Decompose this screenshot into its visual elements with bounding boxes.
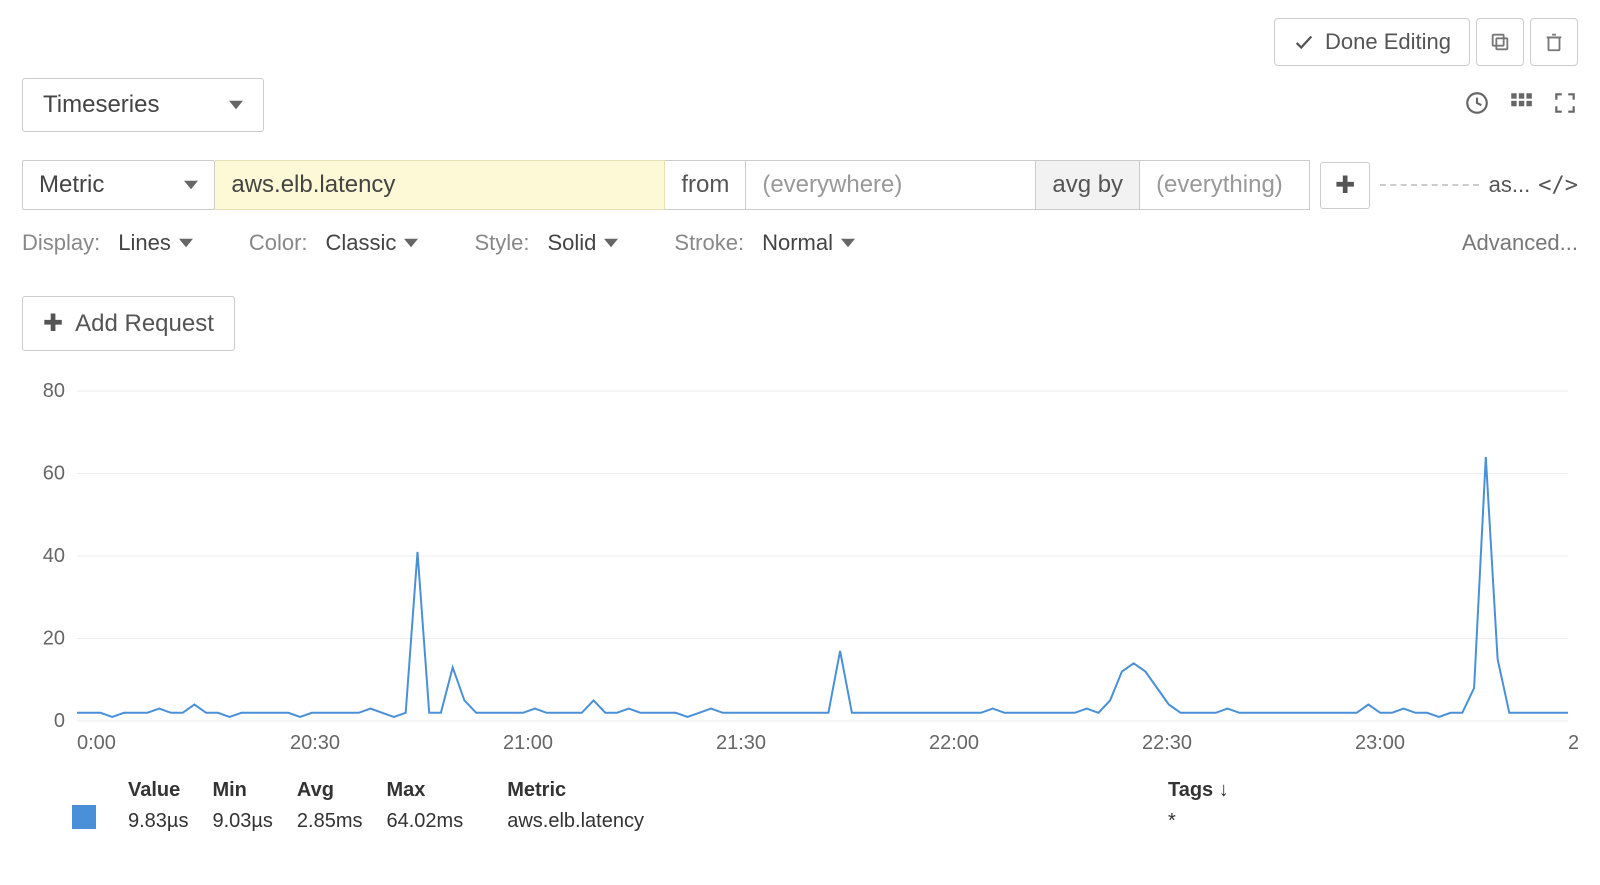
color-value-select[interactable]: Classic (326, 230, 419, 256)
svg-text:21:30: 21:30 (716, 732, 766, 754)
svg-text:22:30: 22:30 (1142, 732, 1192, 754)
code-editor-icon[interactable]: </> (1538, 173, 1578, 198)
fullscreen-icon[interactable] (1552, 90, 1578, 121)
avg-by-placeholder: (everything) (1156, 171, 1283, 198)
stroke-value-select[interactable]: Normal (762, 230, 855, 256)
svg-text:40: 40 (43, 545, 65, 567)
viz-type-label: Timeseries (43, 91, 159, 119)
legend-header-tags[interactable]: Tags ↓ (1168, 779, 1229, 802)
caret-down-icon (841, 238, 855, 248)
from-label: from (665, 160, 746, 210)
copy-icon (1489, 31, 1511, 53)
color-label: Color: (249, 230, 308, 256)
caret-down-icon (404, 238, 418, 248)
add-request-button[interactable]: ✚ Add Request (22, 296, 235, 351)
svg-text:23:00: 23:00 (1355, 732, 1405, 754)
style-value-select[interactable]: Solid (547, 230, 618, 256)
svg-text:23:30: 23:30 (1568, 732, 1578, 754)
svg-text:60: 60 (43, 463, 65, 485)
legend-header-min: Min (212, 779, 272, 802)
legend-tags: * (1168, 810, 1229, 833)
caret-down-icon (184, 180, 198, 190)
done-editing-label: Done Editing (1325, 29, 1451, 55)
svg-text:80: 80 (43, 381, 65, 402)
chart-legend: Value 9.83µs Min 9.03µs Avg 2.85ms Max 64.02… (72, 779, 1578, 833)
plus-icon: ✚ (43, 309, 63, 338)
from-scope-input[interactable]: (everywhere) (746, 160, 1036, 210)
avg-by-label: avg by (1036, 160, 1140, 210)
add-aggregation-button[interactable]: ✚ (1320, 162, 1370, 209)
advanced-link[interactable]: Advanced... (1462, 230, 1578, 256)
caret-down-icon (179, 238, 193, 248)
legend-metric: aws.elb.latency (507, 810, 644, 833)
avg-by-input[interactable]: (everything) (1140, 160, 1310, 210)
caret-down-icon (229, 100, 243, 110)
viz-type-select[interactable]: Timeseries (22, 78, 264, 132)
grid-view-icon[interactable] (1508, 90, 1534, 121)
clock-icon (1464, 90, 1490, 116)
divider (1380, 184, 1479, 186)
legend-header-value: Value (128, 779, 188, 802)
svg-text:21:00: 21:00 (503, 732, 553, 754)
copy-button[interactable] (1476, 18, 1524, 66)
legend-min: 9.03µs (212, 810, 272, 833)
expand-icon (1552, 90, 1578, 116)
metric-type-label: Metric (39, 171, 104, 199)
metric-name-input[interactable]: aws.elb.latency (215, 160, 665, 210)
metric-type-select[interactable]: Metric (22, 160, 215, 210)
trash-icon (1543, 31, 1565, 53)
svg-text:22:00: 22:00 (929, 732, 979, 754)
legend-swatch (72, 805, 96, 829)
stroke-label: Stroke: (674, 230, 744, 256)
legend-max: 64.02ms (387, 810, 464, 833)
caret-down-icon (604, 238, 618, 248)
delete-button[interactable] (1530, 18, 1578, 66)
svg-text:20:30: 20:30 (290, 732, 340, 754)
legend-header-avg: Avg (297, 779, 363, 802)
latency-chart[interactable]: 0 20 40 60 80 0:00 20:30 21:00 21:30 22:00 22:30 23… (22, 381, 1578, 761)
display-label: Display: (22, 230, 100, 256)
legend-avg: 2.85ms (297, 810, 363, 833)
display-value-select[interactable]: Lines (118, 230, 193, 256)
done-editing-button[interactable]: Done Editing (1274, 18, 1470, 66)
plus-icon: ✚ (1335, 172, 1355, 199)
time-range-icon[interactable] (1464, 90, 1490, 121)
svg-text:0:00: 0:00 (77, 732, 116, 754)
from-scope-placeholder: (everywhere) (762, 171, 902, 198)
svg-text:0: 0 (54, 710, 65, 732)
legend-header-metric: Metric (507, 779, 644, 802)
legend-header-max: Max (387, 779, 464, 802)
style-label: Style: (474, 230, 529, 256)
legend-value: 9.83µs (128, 810, 188, 833)
check-icon (1293, 31, 1315, 53)
grid-icon (1508, 90, 1534, 116)
svg-text:20: 20 (43, 628, 65, 650)
metric-name-value: aws.elb.latency (231, 171, 395, 198)
alias-label[interactable]: as... (1489, 172, 1531, 198)
add-request-label: Add Request (75, 310, 214, 338)
